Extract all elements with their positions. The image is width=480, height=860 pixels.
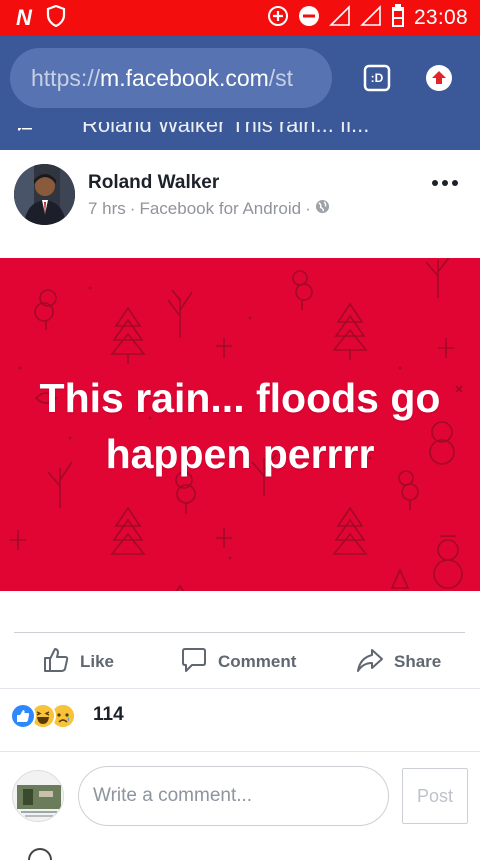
- shield-icon: [46, 4, 66, 32]
- url-host: m.facebook.com: [100, 64, 269, 91]
- author-avatar[interactable]: [14, 164, 75, 225]
- reactions-summary[interactable]: 114: [0, 688, 480, 750]
- tab-switcher-label: :D: [370, 71, 384, 85]
- thumbs-up-icon: [42, 646, 70, 679]
- status-bar: N 23:08: [0, 0, 480, 36]
- more-dot: [432, 180, 438, 186]
- comment-placeholder: Write a comment...: [93, 785, 253, 806]
- post-background-banner: This rain... floods go happen perrrr: [0, 258, 480, 591]
- like-reaction-icon: [10, 703, 36, 729]
- post-actions: Like Comment Share: [0, 640, 480, 684]
- meta-separator: ·: [129, 199, 136, 218]
- reaction-icons: [10, 703, 76, 729]
- more-options-button[interactable]: [432, 180, 458, 186]
- signal-icon-2: [360, 4, 382, 32]
- user-avatar: [12, 770, 64, 822]
- share-arrow-icon: [356, 646, 384, 679]
- app-notification-icon: N: [16, 5, 32, 30]
- author-name[interactable]: Roland Walker: [88, 172, 219, 194]
- browser-toolbar: https://m.facebook.com/st :D: [0, 36, 480, 122]
- tab-switcher-button[interactable]: :D: [362, 63, 392, 93]
- divider: [14, 632, 465, 633]
- post-text: This rain... floods go happen perrrr: [39, 375, 441, 477]
- battery-low-icon: [391, 3, 405, 33]
- share-button[interactable]: Share: [356, 640, 441, 684]
- post-button-label: Post: [416, 785, 454, 806]
- comment-label: Comment: [218, 652, 297, 671]
- comment-button[interactable]: Comment: [180, 640, 296, 684]
- post-header: Roland Walker 7 hrs · Facebook for Andro…: [0, 150, 480, 258]
- comment-input[interactable]: Write a comment...: [78, 766, 389, 826]
- upload-arrow-icon[interactable]: [424, 63, 454, 93]
- like-label: Like: [80, 652, 115, 671]
- do-not-disturb-icon: [298, 5, 320, 32]
- page-title: Roland Walker This rain... fl...: [82, 122, 370, 137]
- url-path: /st: [268, 64, 294, 91]
- back-arrow-icon[interactable]: [16, 123, 34, 147]
- meta-separator-2: ·: [305, 199, 311, 218]
- url-field[interactable]: https://m.facebook.com/st: [10, 48, 332, 108]
- like-button[interactable]: Like: [42, 640, 114, 684]
- post-time[interactable]: 7 hrs: [88, 199, 126, 219]
- post-comment-button[interactable]: Post: [402, 768, 468, 824]
- url-scheme: https://: [31, 64, 101, 91]
- data-saver-icon: [267, 5, 289, 32]
- page-subheader: Roland Walker This rain... fl...: [0, 122, 480, 150]
- comment-bubble-icon: [180, 646, 208, 679]
- clock: 23:08: [413, 6, 468, 29]
- reaction-count: 114: [93, 704, 124, 725]
- globe-icon: [315, 199, 330, 219]
- comment-composer: Write a comment... Post: [0, 751, 480, 854]
- more-dot: [452, 180, 458, 186]
- post-meta: 7 hrs · Facebook for Android ·: [88, 199, 330, 219]
- signal-icon: [329, 4, 351, 32]
- more-dot: [442, 180, 448, 186]
- share-label: Share: [394, 652, 442, 671]
- post-source: Facebook for Android: [139, 199, 302, 218]
